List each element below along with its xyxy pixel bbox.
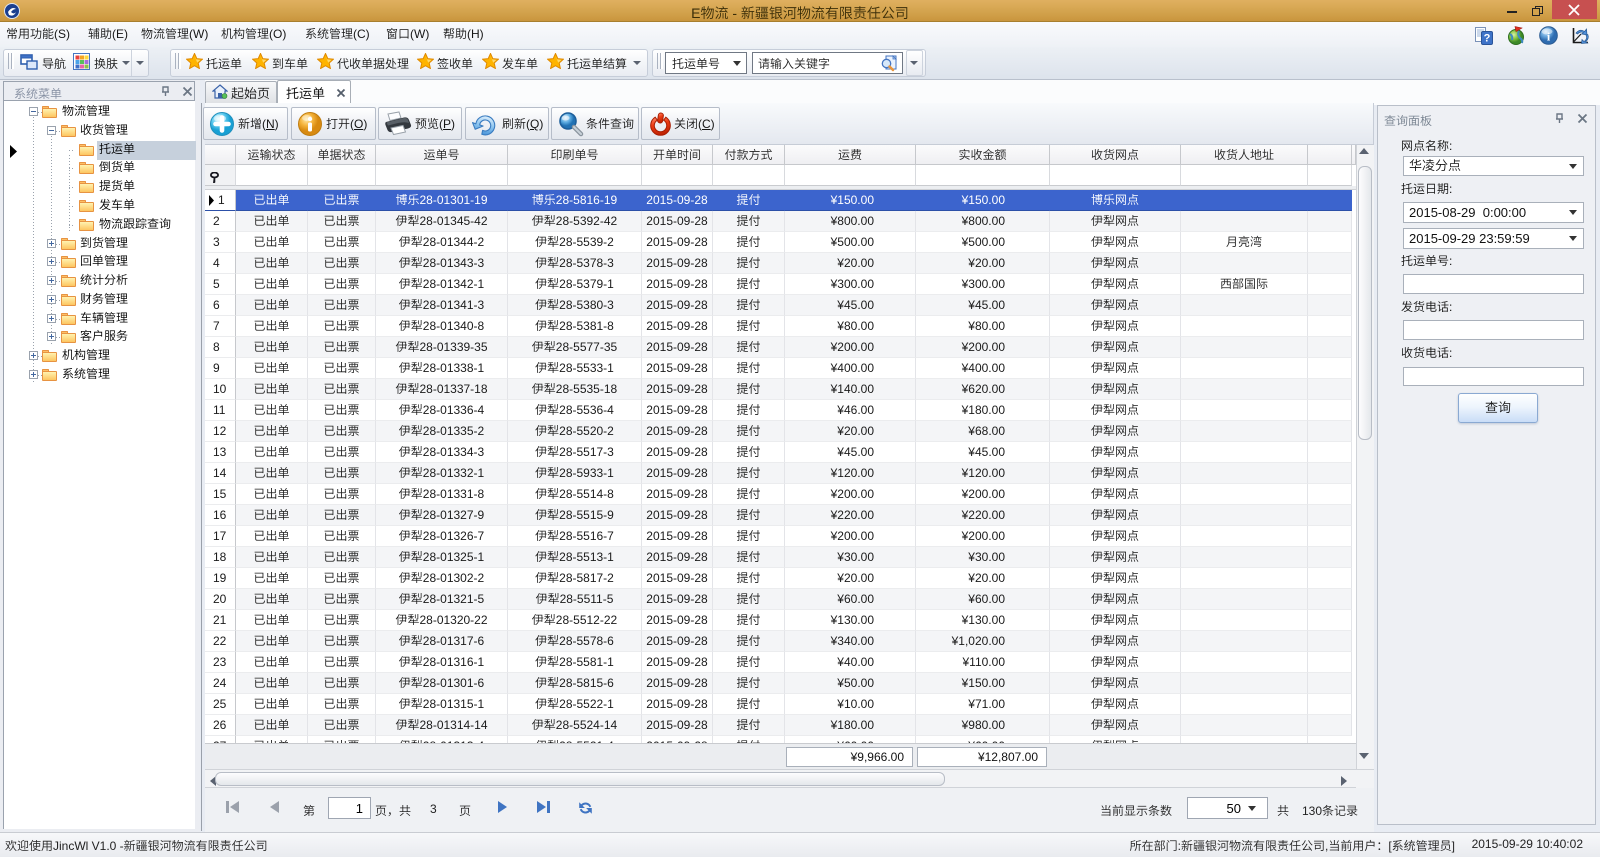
svg-text:?: ?	[1484, 33, 1491, 45]
